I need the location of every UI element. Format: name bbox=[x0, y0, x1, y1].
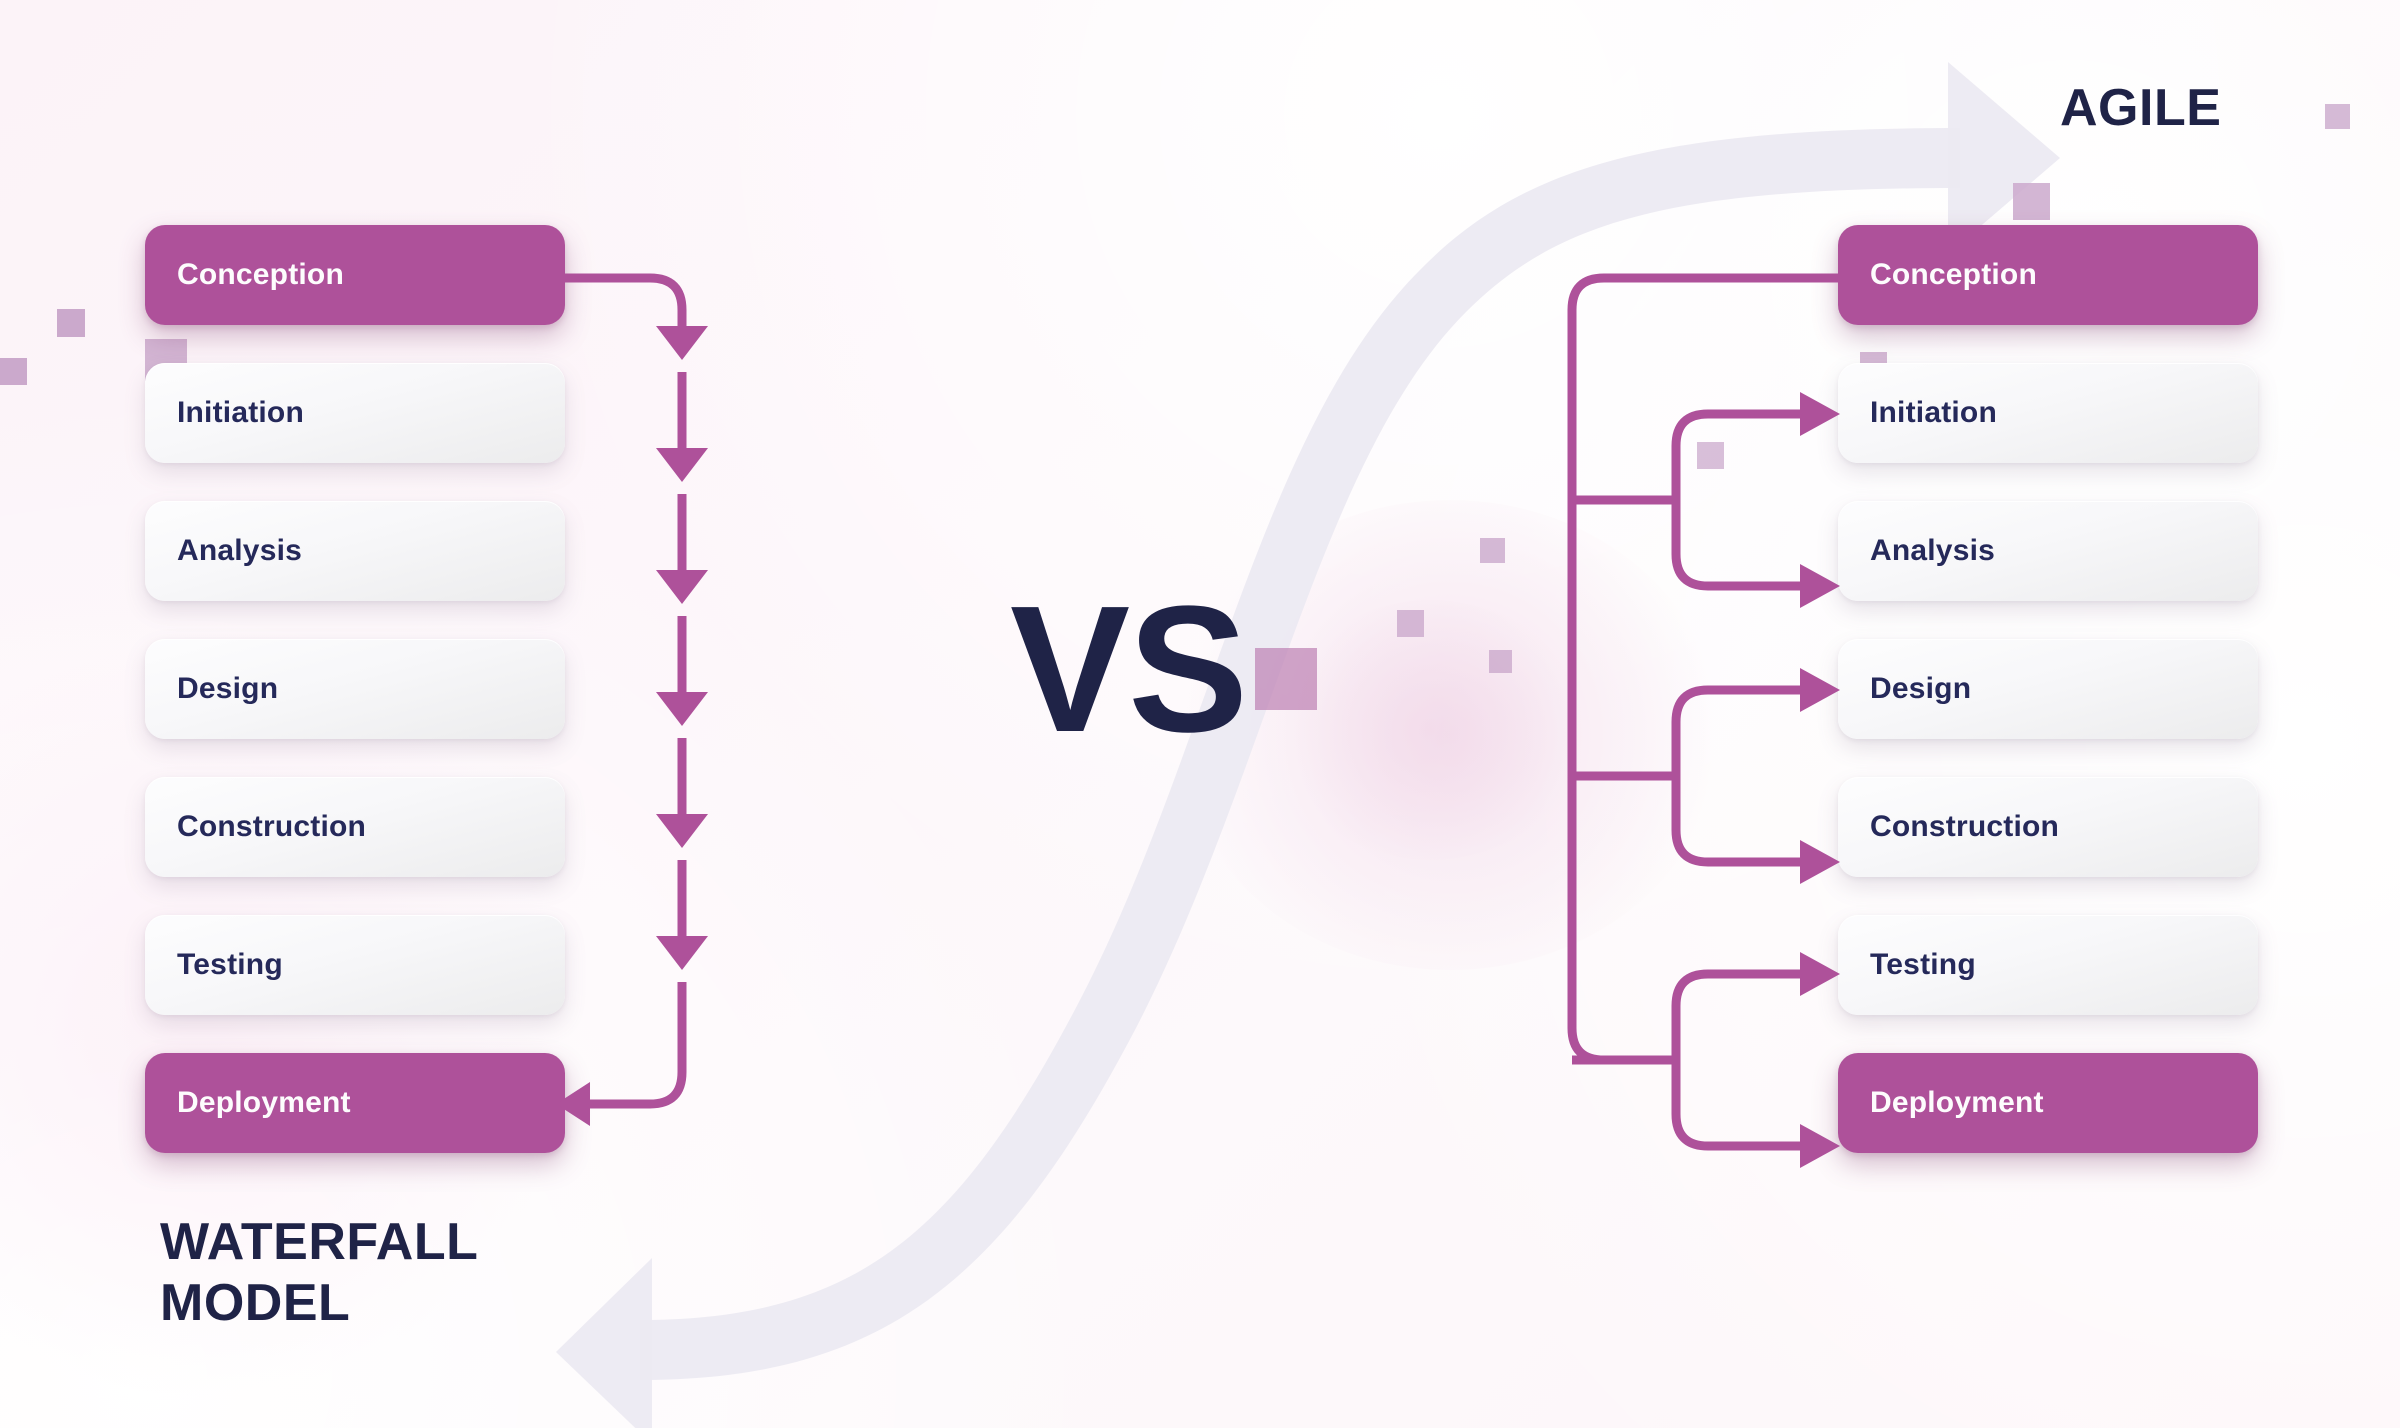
deco-square bbox=[0, 358, 27, 385]
deco-square bbox=[2325, 104, 2350, 129]
agile-step-conception[interactable]: Conception bbox=[1838, 225, 2258, 325]
agile-step-initiation[interactable]: Initiation bbox=[1838, 363, 2258, 463]
waterfall-step-design[interactable]: Design bbox=[145, 639, 565, 739]
vs-label: VS bbox=[1010, 569, 1248, 770]
vs-overlay-square bbox=[1255, 648, 1317, 710]
agile-title: AGILE bbox=[2060, 79, 2222, 137]
waterfall-step-deployment[interactable]: Deployment bbox=[145, 1053, 565, 1153]
waterfall-step-label: Analysis bbox=[177, 534, 302, 567]
agile-step-design[interactable]: Design bbox=[1838, 639, 2258, 739]
agile-step-analysis[interactable]: Analysis bbox=[1838, 501, 2258, 601]
agile-step-label: Analysis bbox=[1870, 534, 1995, 567]
waterfall-step-initiation[interactable]: Initiation bbox=[145, 363, 565, 463]
deco-square bbox=[1397, 610, 1424, 637]
waterfall-step-testing[interactable]: Testing bbox=[145, 915, 565, 1015]
agile-step-label: Construction bbox=[1870, 810, 2060, 843]
waterfall-step-label: Construction bbox=[177, 810, 367, 843]
deco-square bbox=[57, 309, 85, 337]
agile-step-deployment[interactable]: Deployment bbox=[1838, 1053, 2258, 1153]
waterfall-step-label: Design bbox=[177, 672, 279, 705]
waterfall-step-analysis[interactable]: Analysis bbox=[145, 501, 565, 601]
infographic-canvas: Conception Initiation Analysis Design Co… bbox=[0, 0, 2400, 1428]
waterfall-step-label: Initiation bbox=[177, 396, 304, 429]
agile-step-label: Deployment bbox=[1870, 1086, 2044, 1119]
agile-step-label: Testing bbox=[1870, 948, 1976, 981]
agile-step-label: Conception bbox=[1870, 258, 2037, 291]
s-curve-arrowhead-left bbox=[556, 1258, 652, 1428]
deco-square bbox=[2013, 183, 2050, 220]
waterfall-step-conception[interactable]: Conception bbox=[145, 225, 565, 325]
waterfall-step-label: Testing bbox=[177, 948, 283, 981]
waterfall-step-construction[interactable]: Construction bbox=[145, 777, 565, 877]
deco-square bbox=[1697, 442, 1724, 469]
waterfall-title: WATERFALL MODEL bbox=[160, 1213, 479, 1333]
deco-square bbox=[1480, 538, 1505, 563]
waterfall-step-label: Conception bbox=[177, 258, 344, 291]
s-curve-band bbox=[640, 128, 1960, 1380]
agile-step-label: Design bbox=[1870, 672, 1972, 705]
waterfall-step-label: Deployment bbox=[177, 1086, 351, 1119]
deco-square bbox=[1489, 650, 1512, 673]
agile-step-label: Initiation bbox=[1870, 396, 1997, 429]
agile-step-testing[interactable]: Testing bbox=[1838, 915, 2258, 1015]
agile-step-construction[interactable]: Construction bbox=[1838, 777, 2258, 877]
